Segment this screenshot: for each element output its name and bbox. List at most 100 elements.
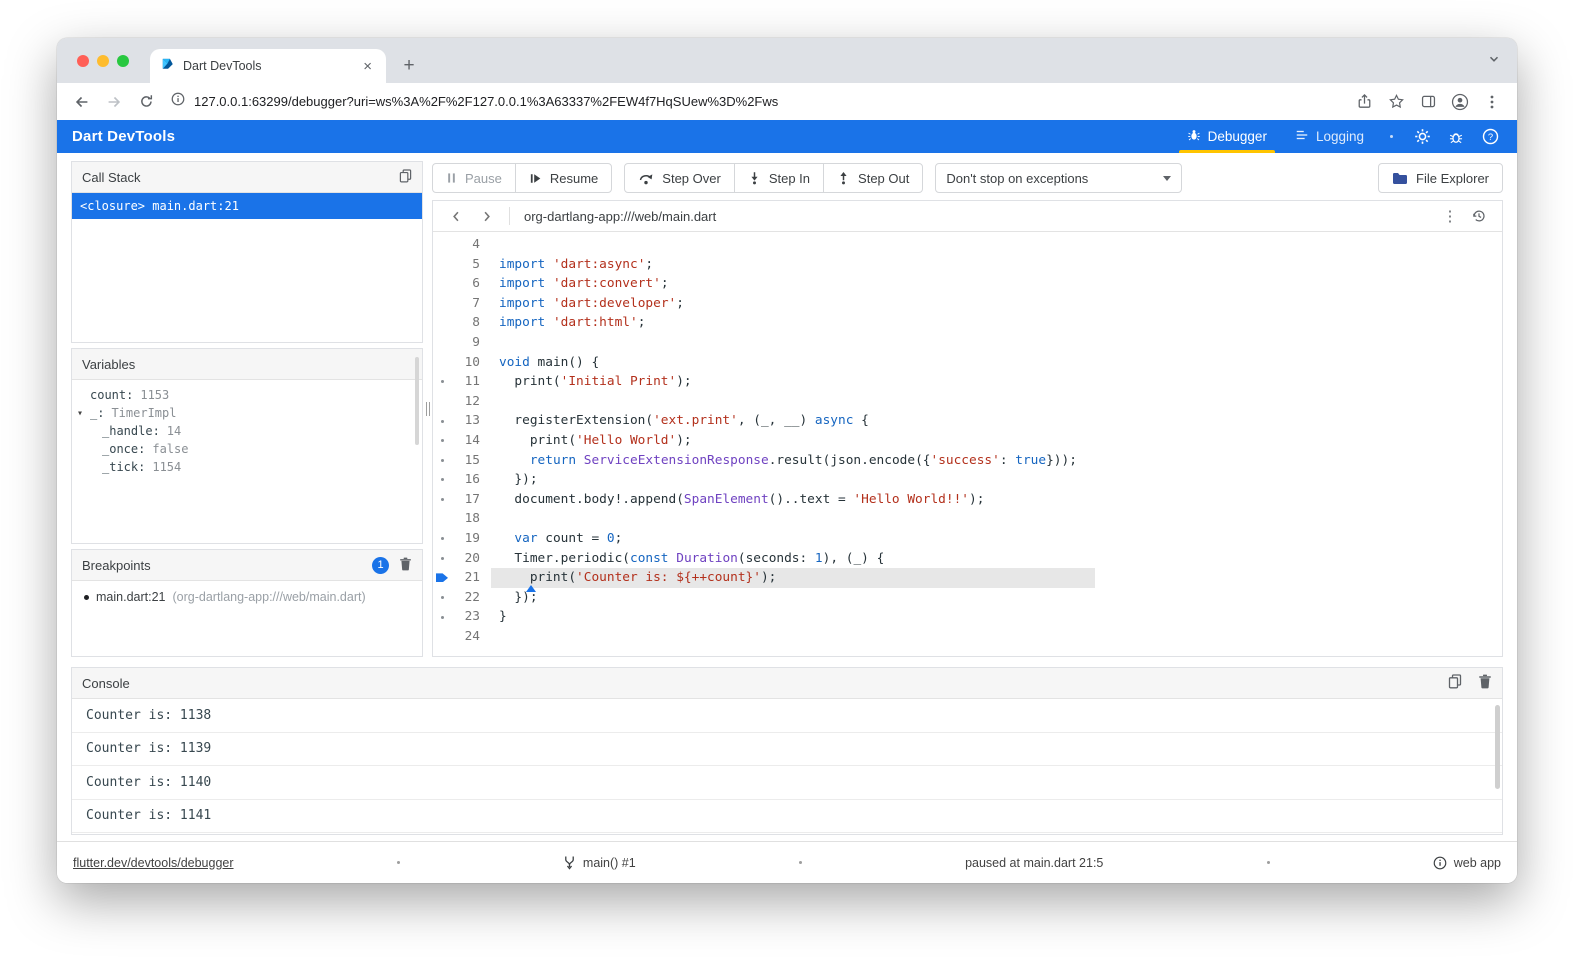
code-line[interactable]: 12	[433, 392, 1095, 412]
code-line[interactable]: 4	[433, 235, 1095, 255]
step-out-button[interactable]: Step Out	[824, 164, 922, 192]
variables-scrollbar[interactable]	[415, 357, 419, 445]
gutter-marker[interactable]	[433, 372, 451, 392]
code-line[interactable]: 21 print('Counter is: ${++count}');	[433, 568, 1095, 592]
code-line[interactable]: 14 print('Hello World');	[433, 431, 1095, 451]
gutter-marker[interactable]	[433, 235, 451, 255]
code-line[interactable]: 9	[433, 333, 1095, 353]
help-icon[interactable]: ?	[1473, 120, 1507, 153]
app-title: Dart DevTools	[72, 128, 176, 145]
tab-logging[interactable]: Logging	[1281, 120, 1378, 153]
paused-status: paused at main.dart 21:5	[965, 855, 1104, 870]
code-line[interactable]: 13 registerExtension('ext.print', (_, __…	[433, 411, 1095, 431]
editor-body[interactable]: 4 5 import 'dart:async'; 6 import 'dart:conv…	[433, 232, 1502, 656]
tab-debugger[interactable]: Debugger	[1173, 120, 1281, 153]
new-tab-button[interactable]: +	[396, 53, 422, 79]
exceptions-dropdown[interactable]: Don't stop on exceptions	[935, 163, 1183, 193]
gutter-marker[interactable]	[433, 274, 451, 294]
browser-tab[interactable]: Dart DevTools ×	[150, 49, 386, 83]
code-line[interactable]: 19 var count = 0;	[433, 529, 1095, 549]
side-panel-icon[interactable]	[1413, 87, 1443, 117]
breakpoint-marker[interactable]	[433, 568, 451, 588]
back-icon[interactable]	[67, 87, 97, 117]
page-info-icon[interactable]	[171, 92, 185, 111]
minimize-window-button[interactable]	[97, 55, 109, 67]
code-line[interactable]: 8 import 'dart:html';	[433, 313, 1095, 333]
gutter-marker[interactable]	[433, 549, 451, 569]
gutter-marker[interactable]	[433, 255, 451, 275]
open-file-path[interactable]: org-dartlang-app:///web/main.dart	[524, 209, 716, 224]
step-over-button[interactable]: Step Over	[625, 164, 735, 192]
variable-row[interactable]: _tick: 1154	[72, 458, 422, 476]
browser-menu-icon[interactable]	[1477, 87, 1507, 117]
clear-console-icon[interactable]	[1478, 674, 1492, 692]
gutter-marker[interactable]	[433, 509, 451, 529]
close-window-button[interactable]	[77, 55, 89, 67]
history-back-icon[interactable]	[443, 203, 469, 229]
copy-console-icon[interactable]	[1448, 674, 1462, 692]
copy-call-stack-icon[interactable]	[399, 168, 412, 186]
file-history-icon[interactable]	[1466, 203, 1492, 229]
pause-button[interactable]: Pause	[433, 164, 516, 192]
variable-row[interactable]: count: 1153	[72, 386, 422, 404]
gutter-marker[interactable]	[433, 490, 451, 510]
code-line[interactable]: 6 import 'dart:convert';	[433, 274, 1095, 294]
reload-icon[interactable]	[131, 87, 161, 117]
step-in-button[interactable]: Step In	[735, 164, 825, 192]
gutter-marker[interactable]	[433, 529, 451, 549]
gutter-marker[interactable]	[433, 313, 451, 333]
settings-gear-icon[interactable]	[1405, 120, 1439, 153]
gutter-marker[interactable]	[433, 451, 451, 471]
breakpoint-row[interactable]: main.dart:21 (org-dartlang-app:///web/mai…	[72, 581, 422, 613]
code-line[interactable]: 20 Timer.periodic(const Duration(seconds…	[433, 549, 1095, 569]
code-line[interactable]: 11 print('Initial Print');	[433, 372, 1095, 392]
code-line[interactable]: 15 return ServiceExtensionResponse.resul…	[433, 451, 1095, 471]
history-forward-icon[interactable]	[473, 203, 499, 229]
tab-close-icon[interactable]: ×	[359, 57, 376, 76]
gutter-marker[interactable]	[433, 588, 451, 608]
gutter-marker[interactable]	[433, 607, 451, 627]
isolate-selector[interactable]: main() #1	[563, 855, 636, 870]
variable-row[interactable]: ▾ _: TimerImpl	[72, 404, 422, 422]
omnibox[interactable]: 127.0.0.1:63299/debugger?uri=ws%3A%2F%2F…	[163, 88, 1347, 116]
gutter-marker[interactable]	[433, 411, 451, 431]
editor-menu-icon[interactable]: ⋮	[1438, 207, 1462, 225]
file-explorer-button[interactable]: File Explorer	[1379, 164, 1502, 192]
line-code: var count = 0;	[514, 530, 623, 546]
gutter-marker[interactable]	[433, 392, 451, 412]
code-line[interactable]: 5 import 'dart:async';	[433, 255, 1095, 275]
profile-avatar[interactable]	[1445, 87, 1475, 117]
variable-row[interactable]: _handle: 14	[72, 422, 422, 440]
gutter-marker[interactable]	[433, 333, 451, 353]
code-line[interactable]: 23}	[433, 607, 1095, 627]
code-line[interactable]: 10 void main() {	[433, 353, 1095, 373]
console-scrollbar[interactable]	[1495, 705, 1500, 789]
panel-splitter[interactable]	[423, 161, 432, 657]
report-bug-icon[interactable]	[1439, 120, 1473, 153]
bookmark-star-icon[interactable]	[1381, 87, 1411, 117]
gutter-marker[interactable]	[433, 627, 451, 647]
variable-row[interactable]: _once: false	[72, 440, 422, 458]
line-number: 19	[464, 530, 480, 546]
forward-icon[interactable]	[99, 87, 129, 117]
expander-chevron-icon[interactable]: ▾	[77, 408, 90, 419]
code-line[interactable]: 18	[433, 509, 1095, 529]
call-stack-frame[interactable]: <closure> main.dart:21	[72, 193, 422, 219]
gutter-marker[interactable]	[433, 353, 451, 373]
code-line[interactable]: 24	[433, 627, 1095, 647]
url-text[interactable]: 127.0.0.1:63299/debugger?uri=ws%3A%2F%2F…	[194, 94, 778, 109]
share-icon[interactable]	[1349, 87, 1379, 117]
gutter-marker[interactable]	[433, 294, 451, 314]
maximize-window-button[interactable]	[117, 55, 129, 67]
code-line[interactable]: 17 document.body!.append(SpanElement()..…	[433, 490, 1095, 510]
delete-breakpoints-icon[interactable]	[399, 557, 412, 574]
console-output[interactable]: Counter is: 1138 Counter is: 1139 Counter …	[72, 699, 1502, 834]
gutter-marker[interactable]	[433, 470, 451, 490]
gutter-marker[interactable]	[433, 431, 451, 451]
devtools-docs-link[interactable]: flutter.dev/devtools/debugger	[73, 856, 234, 870]
resume-button[interactable]: Resume	[516, 164, 611, 192]
code-line[interactable]: 16 });	[433, 470, 1095, 490]
header-divider	[509, 207, 510, 225]
code-line[interactable]: 7 import 'dart:developer';	[433, 294, 1095, 314]
tab-search-chevron-icon[interactable]	[1487, 52, 1501, 71]
